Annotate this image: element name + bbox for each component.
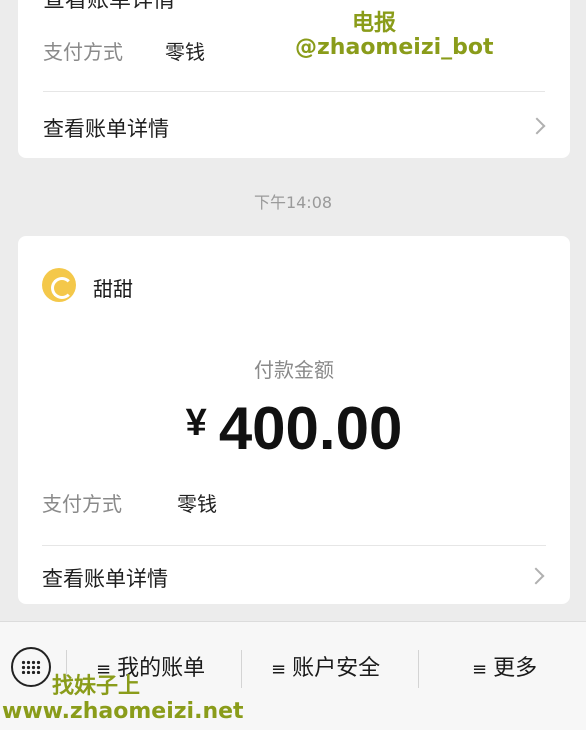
merchant-name: 甜甜 <box>93 277 133 301</box>
previous-pay-method-row: 支付方式 零钱 <box>43 36 205 65</box>
menu-icon: ≡ <box>472 659 488 680</box>
chevron-right-icon <box>528 117 546 135</box>
merchant-avatar-icon <box>42 268 76 302</box>
payment-amount: ¥400.00 <box>18 394 570 463</box>
currency-symbol: ¥ <box>185 402 207 444</box>
watermark-text: @zhaomeizi_bot <box>295 35 494 60</box>
nav-separator <box>241 650 242 688</box>
message-timestamp: 下午14:08 <box>253 193 333 212</box>
keyboard-icon[interactable] <box>11 647 51 687</box>
watermark-text: 找妹子上 <box>52 674 141 699</box>
watermark-text: 电报 <box>352 11 397 36</box>
divider <box>43 91 545 92</box>
watermark-text: www.zhaomeizi.net <box>2 699 244 724</box>
payment-card[interactable]: 甜甜 付款金额 ¥400.00 支付方式 零钱 查看账单详情 <box>18 236 570 604</box>
pay-method-value: 零钱 <box>165 40 205 64</box>
nav-item-label: 账户安全 <box>292 656 381 681</box>
nav-separator <box>418 650 419 688</box>
previous-payment-card: 查看账单详情 支付方式 零钱 查看账单详情 <box>18 0 570 158</box>
pay-method-value: 零钱 <box>177 492 217 516</box>
nav-item-more[interactable]: ≡ 更多 <box>472 650 537 682</box>
bill-detail-link[interactable]: 查看账单详情 <box>42 563 168 593</box>
amount-title: 付款金额 <box>254 358 334 382</box>
pay-method-label: 支付方式 <box>42 492 122 516</box>
nav-item-label: 更多 <box>493 656 538 681</box>
previous-detail-link-cut: 查看账单详情 <box>43 0 176 13</box>
divider <box>42 545 546 546</box>
menu-icon: ≡ <box>271 659 287 680</box>
chevron-right-icon <box>527 567 545 585</box>
previous-bill-detail-link[interactable]: 查看账单详情 <box>43 113 169 143</box>
nav-item-account-security[interactable]: ≡ 账户安全 <box>271 650 380 682</box>
pay-method-row: 支付方式 零钱 <box>42 488 217 517</box>
amount-value: 400.00 <box>218 395 403 462</box>
pay-method-label: 支付方式 <box>43 40 123 64</box>
